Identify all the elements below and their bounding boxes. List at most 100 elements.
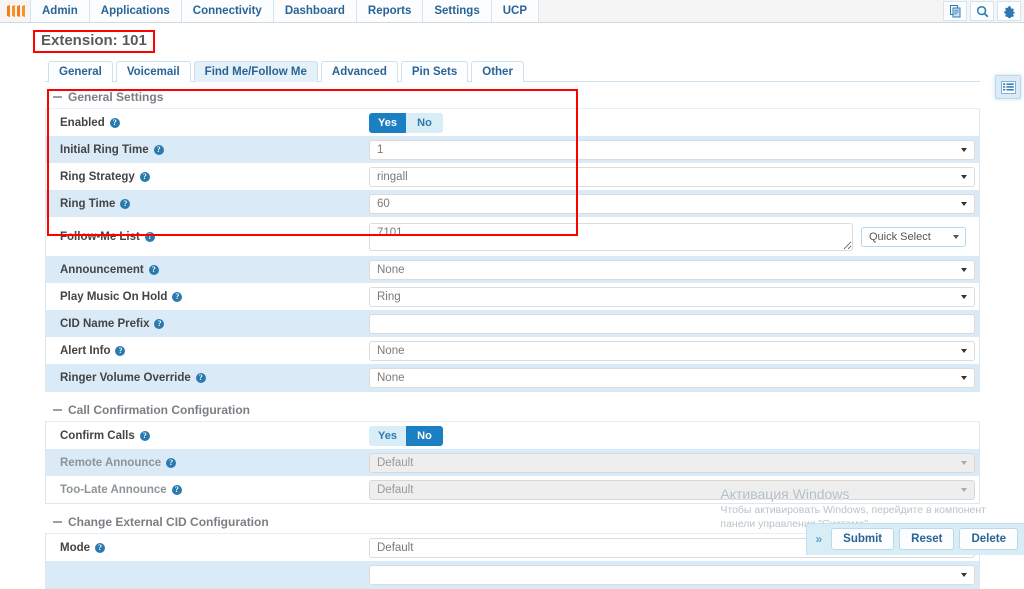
select-ringer-volume-override-value[interactable] [369,367,975,388]
nav-item-connectivity[interactable]: Connectivity [180,0,274,22]
collapse-icon[interactable] [53,96,62,98]
nav-item-dashboard[interactable]: Dashboard [272,0,357,22]
toggle-option-no[interactable]: No [406,425,443,446]
search-icon[interactable] [970,1,994,21]
page-title-wrap: Extension: 101 [0,23,1024,53]
delete-button[interactable]: Delete [959,528,1018,550]
label-text: Alert Info [60,344,111,357]
label-text: Initial Ring Time [60,143,149,156]
section-header-general-settings[interactable]: General Settings [45,88,980,109]
row-too-late-announce: Too-Late Announce ? [46,476,979,503]
select-ring-strategy[interactable] [369,166,975,187]
help-icon[interactable]: ? [195,372,206,383]
select-ring-time[interactable] [369,193,975,214]
label-text: Announcement [60,263,144,276]
gear-icon[interactable] [997,1,1021,21]
page-title: Extension: 101 [33,30,155,53]
reset-button[interactable]: Reset [899,528,955,550]
section-title: Change External CID Configuration [68,515,269,529]
cid-name-prefix-input[interactable] [369,313,975,334]
expand-chevron-icon[interactable]: » [811,532,826,546]
label-initial-ring-time: Initial Ring Time ? [46,144,369,156]
label-text: Ringer Volume Override [60,371,191,384]
collapse-icon[interactable] [53,521,62,523]
label-text: Confirm Calls [60,429,135,442]
tab-other[interactable]: Other [471,61,524,82]
help-icon[interactable]: ? [120,198,131,209]
help-icon[interactable]: ? [153,144,164,155]
select-ring-time-value[interactable] [369,193,975,214]
label-follow-me-list: Follow-Me List ? [46,231,369,243]
nav-item-admin[interactable]: Admin [30,0,90,22]
select-play-music-on-hold-value[interactable] [369,286,975,307]
select-announcement[interactable] [369,259,975,280]
select-play-music-on-hold[interactable] [369,286,975,307]
select-alert-info-value[interactable] [369,340,975,361]
tab-voicemail[interactable]: Voicemail [115,61,191,82]
select-ring-strategy-value[interactable] [369,166,975,187]
field-ringer-volume-override [369,367,975,388]
section-title: General Settings [68,90,164,104]
help-icon[interactable]: ? [172,291,183,302]
tab-general[interactable]: General [48,61,113,82]
label-too-late-announce: Too-Late Announce ? [46,484,369,496]
quick-select-dropdown[interactable]: Quick Select [861,226,966,247]
label-text: Enabled [60,116,105,129]
select-remote-announce [369,452,975,473]
row-initial-ring-time: Initial Ring Time ? [46,136,979,163]
help-icon[interactable]: ? [115,345,126,356]
toggle-option-no[interactable]: No [406,112,443,133]
submit-button[interactable]: Submit [831,528,895,550]
select-initial-ring-time[interactable] [369,139,975,160]
help-icon[interactable]: ? [166,457,177,468]
nav-item-settings[interactable]: Settings [422,0,492,22]
general-settings-card: Enabled ? Yes No Initial Ring Time ? 1 R… [45,109,980,392]
help-icon[interactable]: ? [154,318,165,329]
help-icon[interactable]: ? [139,171,150,182]
row-enabled: Enabled ? Yes No [46,109,979,136]
select-ringer-volume-override[interactable] [369,367,975,388]
module-admin-icon[interactable] [943,1,967,21]
row-remote-announce: Remote Announce ? [46,449,979,476]
select-announcement-value[interactable] [369,259,975,280]
quick-select-label[interactable]: Quick Select [861,226,966,247]
tab-find-me-follow-me[interactable]: Find Me/Follow Me [193,61,318,82]
row-confirm-calls: Confirm Calls ? Yes No [46,422,979,449]
help-icon[interactable]: ? [171,484,182,495]
nav-item-reports[interactable]: Reports [355,0,424,22]
toggle-option-yes[interactable]: Yes [369,425,406,446]
label-text: Mode [60,541,91,554]
list-toggle-icon[interactable] [995,75,1021,99]
select-partial-next-value[interactable] [369,564,975,585]
field-ring-strategy [369,166,975,187]
field-enabled: Yes No [369,112,971,133]
help-icon[interactable]: ? [109,117,120,128]
label-remote-announce: Remote Announce ? [46,457,369,469]
help-icon[interactable]: ? [95,542,106,553]
label-cid-name-prefix: CID Name Prefix ? [46,318,369,330]
select-partial-next[interactable] [369,564,975,585]
select-initial-ring-time-value[interactable] [369,139,975,160]
section-header-call-confirmation[interactable]: Call Confirmation Configuration [45,401,980,422]
field-play-music-on-hold [369,286,975,307]
field-confirm-calls: Yes No [369,425,971,446]
field-announcement [369,259,975,280]
label-play-music-on-hold: Play Music On Hold ? [46,291,369,303]
tab-advanced[interactable]: Advanced [320,61,398,82]
action-bar: » Submit Reset Delete [806,523,1024,555]
help-icon[interactable]: ? [148,264,159,275]
freepbx-logo[interactable] [0,0,30,22]
collapse-icon[interactable] [53,409,62,411]
tab-pin-sets[interactable]: Pin Sets [400,61,469,82]
label-text: Too-Late Announce [60,483,167,496]
follow-me-list-textarea[interactable]: 7101 [369,222,853,251]
field-partial-next [369,564,975,585]
select-alert-info[interactable] [369,340,975,361]
help-icon[interactable]: ? [139,430,150,441]
nav-item-applications[interactable]: Applications [88,0,182,22]
nav-item-ucp[interactable]: UCP [490,0,539,22]
toggle-confirm-calls: Yes No [369,425,443,446]
field-cid-name-prefix [369,313,975,334]
toggle-option-yes[interactable]: Yes [369,112,406,133]
help-icon[interactable]: ? [144,231,155,242]
